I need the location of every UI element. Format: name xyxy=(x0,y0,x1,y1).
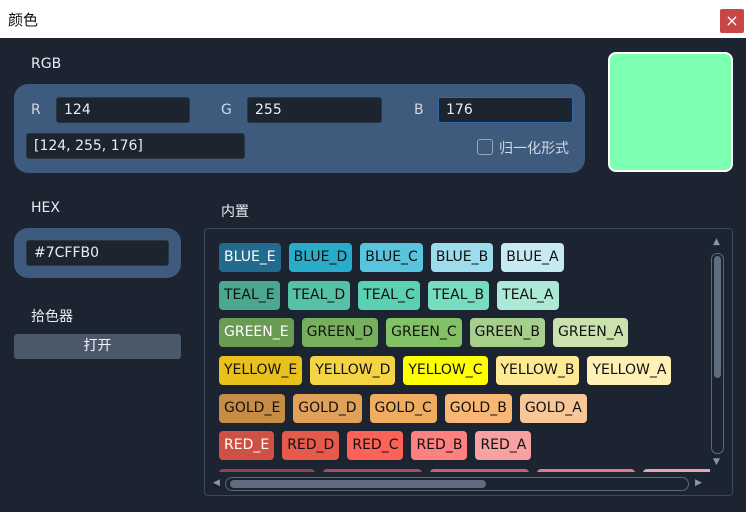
hex-panel: #7CFFB0 xyxy=(14,228,181,278)
picker-section-label: 拾色器 xyxy=(31,309,73,325)
color-preview-swatch xyxy=(608,52,733,172)
builtin-color-row: YELLOW_E YELLOW_D YELLOW_C YELLOW_B YELLOW_A xyxy=(219,356,679,385)
builtin-color-row xyxy=(219,469,710,472)
builtin-color-chip[interactable] xyxy=(430,469,529,472)
builtin-colors-panel: BLUE_E BLUE_D BLUE_C BLUE_B BLUE_A TEAL_E TEAL… xyxy=(204,228,733,496)
builtin-color-chip[interactable]: BLUE_A xyxy=(501,243,564,272)
vertical-scrollbar[interactable] xyxy=(711,253,724,454)
builtin-color-chip[interactable]: TEAL_A xyxy=(497,281,559,310)
builtin-color-row: TEAL_E TEAL_D TEAL_C TEAL_B TEAL_A xyxy=(219,281,567,310)
scroll-left-arrow-icon[interactable]: ◀ xyxy=(213,478,220,488)
rgb-list-input[interactable]: [124, 255, 176] xyxy=(26,133,245,159)
builtin-color-chip[interactable]: BLUE_E xyxy=(219,243,281,272)
builtin-color-chip[interactable] xyxy=(643,469,710,472)
builtin-color-chip[interactable]: YELLOW_A xyxy=(587,356,672,385)
builtin-color-chip[interactable]: GOLD_A xyxy=(519,394,587,423)
builtin-color-chip[interactable] xyxy=(323,469,422,472)
close-button[interactable]: × xyxy=(720,9,744,33)
builtin-color-row: BLUE_E BLUE_D BLUE_C BLUE_B BLUE_A xyxy=(219,243,572,272)
builtin-color-chip[interactable]: GREEN_E xyxy=(219,318,294,347)
builtin-color-chip[interactable]: TEAL_E xyxy=(219,281,280,310)
builtin-color-chip[interactable]: GOLD_E xyxy=(219,394,286,423)
builtin-color-chip[interactable]: GREEN_B xyxy=(469,318,545,347)
normalize-label[interactable]: 归一化形式 xyxy=(499,138,569,158)
builtin-color-row: RED_E RED_D RED_C RED_B RED_A xyxy=(219,431,539,460)
builtin-color-chip[interactable]: TEAL_C xyxy=(358,281,420,310)
g-label: G xyxy=(221,102,232,118)
builtin-color-chip[interactable]: RED_D xyxy=(282,431,340,460)
builtin-color-chip[interactable]: GREEN_C xyxy=(386,318,462,347)
horizontal-scrollbar[interactable] xyxy=(225,477,689,491)
builtin-color-chip[interactable]: RED_A xyxy=(475,431,532,460)
builtin-color-chip[interactable]: RED_E xyxy=(219,431,275,460)
builtin-section-label: 内置 xyxy=(221,204,249,220)
vertical-scroll-thumb[interactable] xyxy=(714,256,721,378)
hex-input[interactable]: #7CFFB0 xyxy=(26,240,169,266)
builtin-color-chip[interactable]: TEAL_B xyxy=(427,281,490,310)
window-title: 颜色 xyxy=(8,11,39,29)
builtin-color-chip[interactable]: YELLOW_E xyxy=(219,356,303,385)
builtin-color-chip[interactable]: BLUE_C xyxy=(360,243,423,272)
builtin-color-row: GOLD_E GOLD_D GOLD_C GOLD_B GOLD_A xyxy=(219,394,595,423)
g-input[interactable]: 255 xyxy=(247,97,382,123)
builtin-color-chip[interactable]: YELLOW_C xyxy=(403,356,488,385)
rgb-section-label: RGB xyxy=(31,56,62,72)
builtin-color-chip[interactable]: BLUE_B xyxy=(430,243,494,272)
title-bar: 颜色 × xyxy=(0,0,746,38)
scroll-up-arrow-icon[interactable]: ▲ xyxy=(713,237,720,247)
hex-section-label: HEX xyxy=(31,200,60,216)
builtin-color-row: GREEN_E GREEN_D GREEN_C GREEN_B GREEN_A xyxy=(219,318,636,347)
builtin-color-chip[interactable]: TEAL_D xyxy=(287,281,351,310)
builtin-color-chip[interactable]: GREEN_A xyxy=(553,318,629,347)
builtin-color-chip[interactable]: YELLOW_D xyxy=(310,356,396,385)
b-label: B xyxy=(414,102,424,118)
builtin-color-chip[interactable]: RED_C xyxy=(347,431,404,460)
builtin-color-chip[interactable]: GREEN_D xyxy=(301,318,379,347)
rgb-panel: R 124 G 255 B 176 [124, 255, 176] 归一化形式 xyxy=(14,84,585,173)
builtin-color-chip[interactable]: YELLOW_B xyxy=(495,356,580,385)
close-icon: × xyxy=(725,11,739,30)
builtin-color-chip[interactable] xyxy=(219,469,315,472)
horizontal-scroll-thumb[interactable] xyxy=(230,480,486,488)
builtin-color-chip[interactable]: RED_B xyxy=(411,431,468,460)
normalize-checkbox[interactable] xyxy=(477,139,493,155)
open-picker-button[interactable]: 打开 xyxy=(14,334,181,359)
scroll-down-arrow-icon[interactable]: ▼ xyxy=(713,457,720,467)
r-label: R xyxy=(31,102,41,118)
builtin-chip-grid: BLUE_E BLUE_D BLUE_C BLUE_B BLUE_A TEAL_E TEAL… xyxy=(205,229,710,472)
b-input[interactable]: 176 xyxy=(438,97,573,123)
r-input[interactable]: 124 xyxy=(56,97,190,123)
scroll-right-arrow-icon[interactable]: ▶ xyxy=(695,478,702,488)
builtin-color-chip[interactable]: GOLD_B xyxy=(444,394,512,423)
builtin-color-chip[interactable]: GOLD_C xyxy=(369,394,437,423)
builtin-color-chip[interactable]: GOLD_D xyxy=(293,394,362,423)
builtin-color-chip[interactable]: BLUE_D xyxy=(288,243,353,272)
builtin-color-chip[interactable] xyxy=(537,469,635,472)
